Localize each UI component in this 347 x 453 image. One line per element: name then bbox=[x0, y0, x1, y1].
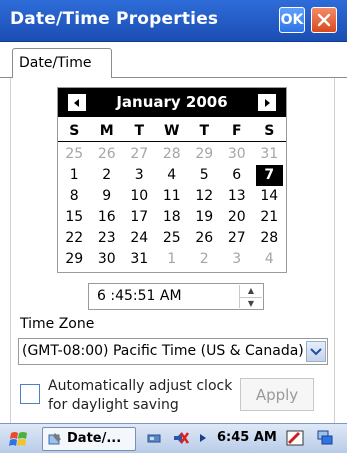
calendar-day[interactable]: 15 bbox=[58, 207, 91, 228]
calendar-week-row: 25 26 27 28 29 30 31 bbox=[58, 144, 286, 165]
time-spinner: ▲ ▼ bbox=[239, 285, 262, 308]
calendar-day[interactable]: 3 bbox=[221, 249, 254, 270]
calendar-day[interactable]: 29 bbox=[188, 144, 221, 165]
calendar-day[interactable]: 20 bbox=[221, 207, 254, 228]
calendar-day[interactable]: 6 bbox=[221, 165, 254, 186]
calendar-day[interactable]: 3 bbox=[123, 165, 156, 186]
calendar-day[interactable]: 28 bbox=[156, 144, 189, 165]
calendar-day[interactable]: 2 bbox=[188, 249, 221, 270]
taskbar-item-label: Date/... bbox=[67, 431, 122, 446]
calendar-day[interactable]: 12 bbox=[188, 186, 221, 207]
calendar-day[interactable]: 26 bbox=[91, 144, 124, 165]
day-of-week-label: F bbox=[231, 123, 242, 139]
calendar-day[interactable]: 17 bbox=[123, 207, 156, 228]
calendar-day[interactable]: 16 bbox=[91, 207, 124, 228]
day-of-week-label: S bbox=[264, 123, 275, 139]
time-zone-select[interactable]: (GMT-08:00) Pacific Time (US & Canada) bbox=[18, 338, 328, 365]
time-picker[interactable]: 6 :45:51 AM ▲ ▼ bbox=[88, 283, 264, 310]
taskbar-item-date-time[interactable]: Date/... bbox=[42, 427, 136, 451]
calendar-day[interactable]: 25 bbox=[58, 144, 91, 165]
calendar-day[interactable]: 30 bbox=[221, 144, 254, 165]
windows-flag-icon[interactable] bbox=[8, 428, 30, 450]
calendar-header: January 2006 bbox=[58, 88, 286, 117]
calendar-day[interactable]: 30 bbox=[91, 249, 124, 270]
ok-button[interactable]: OK bbox=[279, 7, 305, 33]
taskbar: Date/... 6:45 AM bbox=[0, 423, 347, 453]
calendar-day[interactable]: 22 bbox=[58, 228, 91, 249]
calendar-day[interactable]: 27 bbox=[123, 144, 156, 165]
window-title: Date/Time Properties bbox=[10, 9, 219, 29]
calendar-day[interactable]: 23 bbox=[91, 228, 124, 249]
calendar-week-row: 1234567 bbox=[58, 165, 286, 186]
connectivity-icon[interactable] bbox=[146, 429, 164, 447]
date-time-properties-window: Date/Time Properties OK Date/Time Januar… bbox=[0, 0, 347, 453]
apply-button[interactable]: Apply bbox=[240, 378, 314, 411]
day-of-week-label: M bbox=[99, 123, 114, 139]
time-decrement-button[interactable]: ▼ bbox=[240, 297, 262, 308]
calendar-day[interactable]: 4 bbox=[156, 165, 189, 186]
calendar-day[interactable]: 9 bbox=[91, 186, 124, 207]
calendar-day[interactable]: 18 bbox=[156, 207, 189, 228]
day-of-week-header: SMTWTFS bbox=[58, 123, 286, 142]
calendar-day[interactable]: 28 bbox=[253, 228, 286, 249]
calendar-week-row: 29 30 31 1 2 3 4 bbox=[58, 249, 286, 270]
taskbar-clock[interactable]: 6:45 AM bbox=[217, 430, 277, 445]
calendar-week-row: 15 16 17 18 19 20 21 bbox=[58, 207, 286, 228]
close-icon bbox=[317, 13, 331, 27]
control-panel-icon bbox=[48, 433, 61, 445]
volume-muted-icon[interactable] bbox=[172, 429, 190, 447]
title-bar: Date/Time Properties OK bbox=[0, 0, 347, 42]
calendar-day[interactable]: 13 bbox=[221, 186, 254, 207]
tab-date-time[interactable]: Date/Time bbox=[12, 48, 112, 78]
next-month-button[interactable] bbox=[258, 94, 276, 111]
calendar-day[interactable]: 29 bbox=[58, 249, 91, 270]
calendar-day[interactable]: 4 bbox=[253, 249, 286, 270]
day-of-week-label: W bbox=[164, 123, 180, 139]
time-zone-value: (GMT-08:00) Pacific Time (US & Canada) bbox=[22, 343, 304, 359]
calendar-day[interactable]: 24 bbox=[123, 228, 156, 249]
calendar-day[interactable]: 14 bbox=[253, 186, 286, 207]
calendar-week-row: 22 23 24 25 26 27 28 bbox=[58, 228, 286, 249]
close-button[interactable] bbox=[311, 7, 337, 33]
calendar-day-selected[interactable]: 7 bbox=[256, 165, 283, 186]
time-value[interactable]: 6 :45:51 AM bbox=[97, 288, 182, 304]
chevron-down-icon bbox=[310, 347, 322, 355]
daylight-saving-label[interactable]: Automatically adjust clock for daylight … bbox=[48, 377, 238, 415]
calendar-day[interactable]: 25 bbox=[156, 228, 189, 249]
time-zone-dropdown-button[interactable] bbox=[306, 341, 326, 362]
calendar-day[interactable]: 2 bbox=[91, 165, 124, 186]
calendar-day[interactable]: 31 bbox=[253, 144, 286, 165]
calendar-day[interactable]: 1 bbox=[58, 165, 91, 186]
calendar-week-row: 8 9 10 11 12 13 14 bbox=[58, 186, 286, 207]
calendar-day[interactable]: 31 bbox=[123, 249, 156, 270]
calendar-day[interactable]: 1 bbox=[156, 249, 189, 270]
calendar-day[interactable]: 10 bbox=[123, 186, 156, 207]
calendar-day[interactable]: 19 bbox=[188, 207, 221, 228]
day-of-week-label: T bbox=[134, 123, 145, 139]
calendar-day[interactable]: 8 bbox=[58, 186, 91, 207]
calendar-day[interactable]: 21 bbox=[253, 207, 286, 228]
arrow-right-icon bbox=[200, 434, 206, 442]
time-increment-button[interactable]: ▲ bbox=[240, 285, 262, 296]
calendar-grid: 25 26 27 28 29 30 31 1 2 3 4 5 6 7 8 9 10 11 12 13 14 15 16 17 1… bbox=[58, 144, 286, 270]
month-calendar: January 2006 SMTWTFS 25 26 27 28 29 30 31 1 2 3 4 5… bbox=[57, 87, 287, 273]
day-of-week-label: S bbox=[69, 123, 80, 139]
day-of-week-label: T bbox=[199, 123, 210, 139]
calendar-day[interactable]: 27 bbox=[221, 228, 254, 249]
calendar-day[interactable]: 11 bbox=[156, 186, 189, 207]
daylight-saving-checkbox[interactable] bbox=[20, 384, 40, 404]
calendar-day[interactable]: 26 bbox=[188, 228, 221, 249]
month-year-label[interactable]: January 2006 bbox=[58, 93, 286, 111]
windows-switch-icon[interactable] bbox=[316, 429, 334, 447]
pen-icon[interactable] bbox=[286, 429, 304, 447]
time-zone-label: Time Zone bbox=[20, 316, 95, 332]
calendar-day[interactable]: 5 bbox=[188, 165, 221, 186]
arrow-right-icon bbox=[265, 98, 270, 107]
